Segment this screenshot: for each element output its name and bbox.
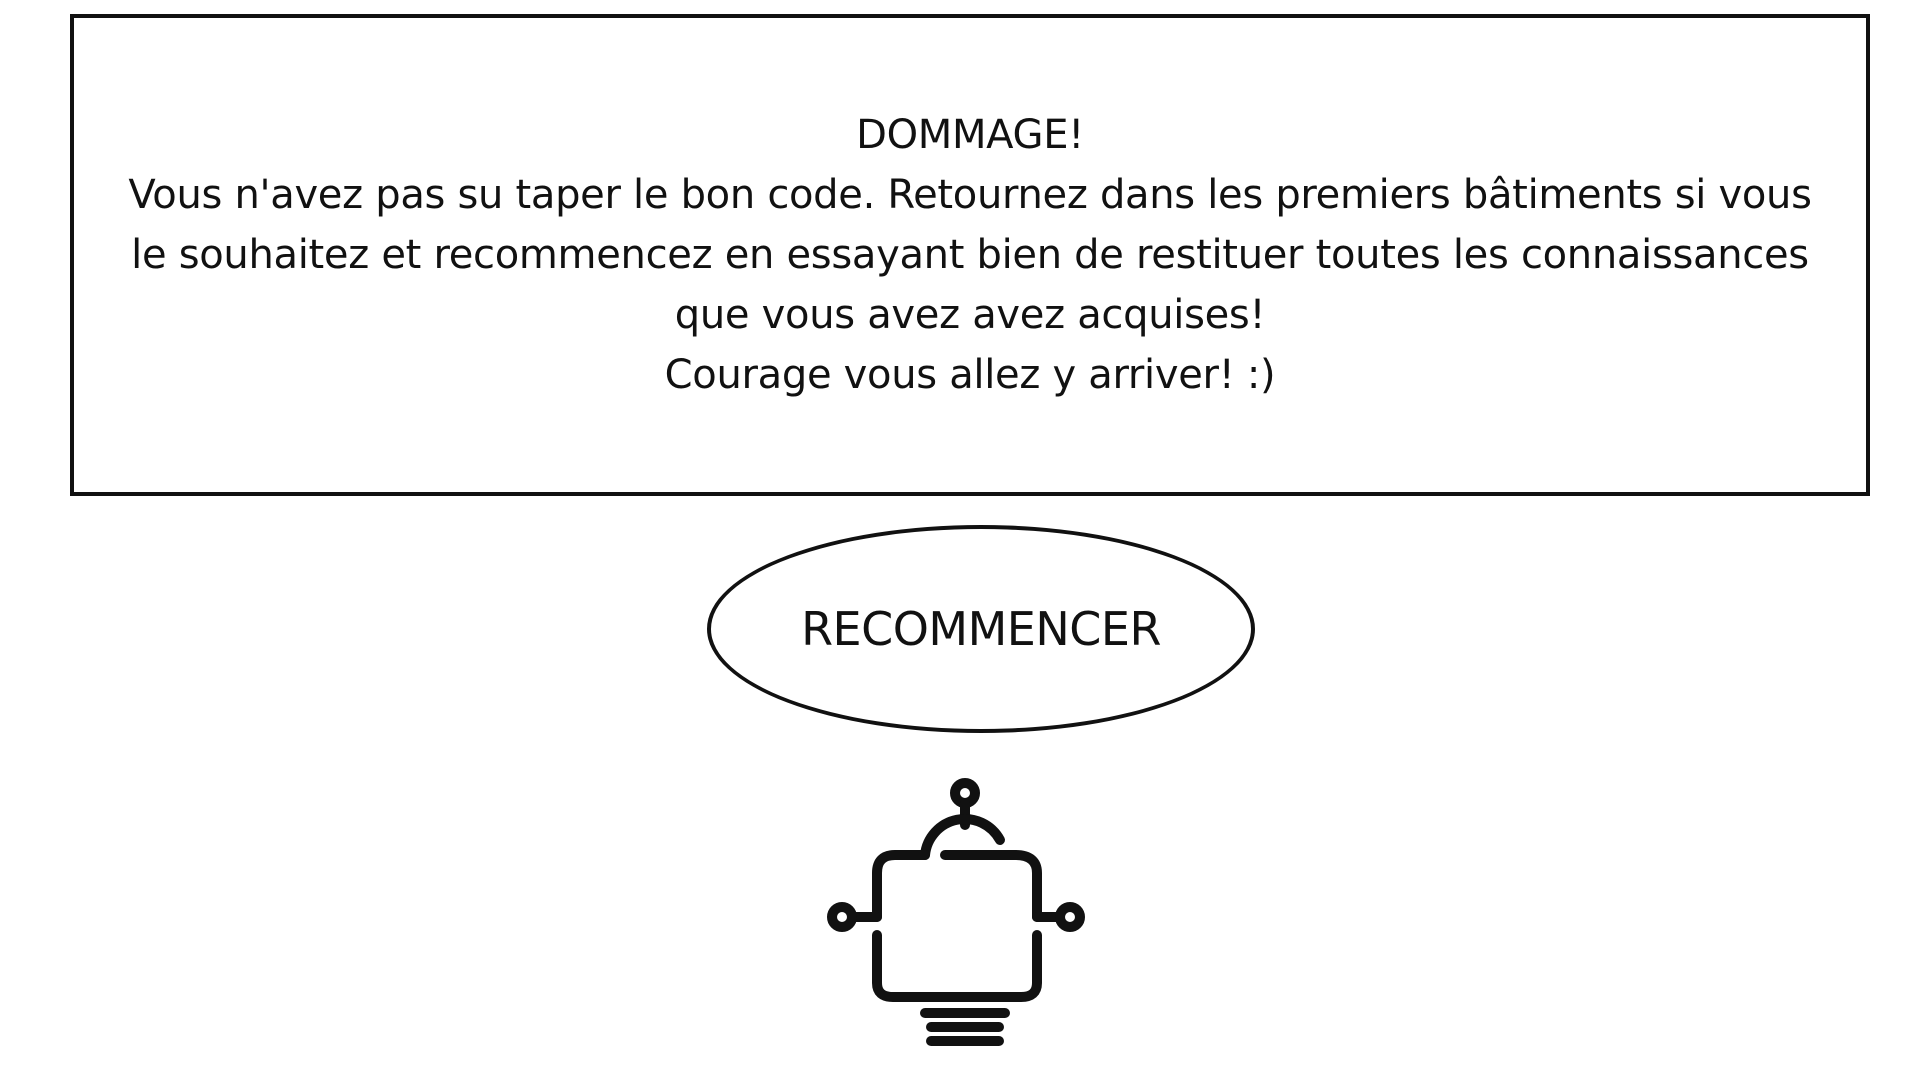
message-title: DOMMAGE! (856, 112, 1084, 158)
message-line-2: le souhaitez et recommencez en essayant … (131, 232, 1809, 278)
message-line-1: Vous n'avez pas su taper le bon code. Re… (128, 172, 1812, 218)
robot-icon (827, 778, 1085, 1046)
message-line-4: Courage vous allez y arriver! :) (664, 352, 1276, 398)
message-line-3: que vous avez avez acquises! (674, 292, 1266, 338)
failure-message-box: DOMMAGE! Vous n'avez pas su taper le bon… (70, 14, 1870, 496)
restart-button-label: RECOMMENCER (801, 602, 1161, 656)
restart-button[interactable]: RECOMMENCER (707, 525, 1255, 733)
